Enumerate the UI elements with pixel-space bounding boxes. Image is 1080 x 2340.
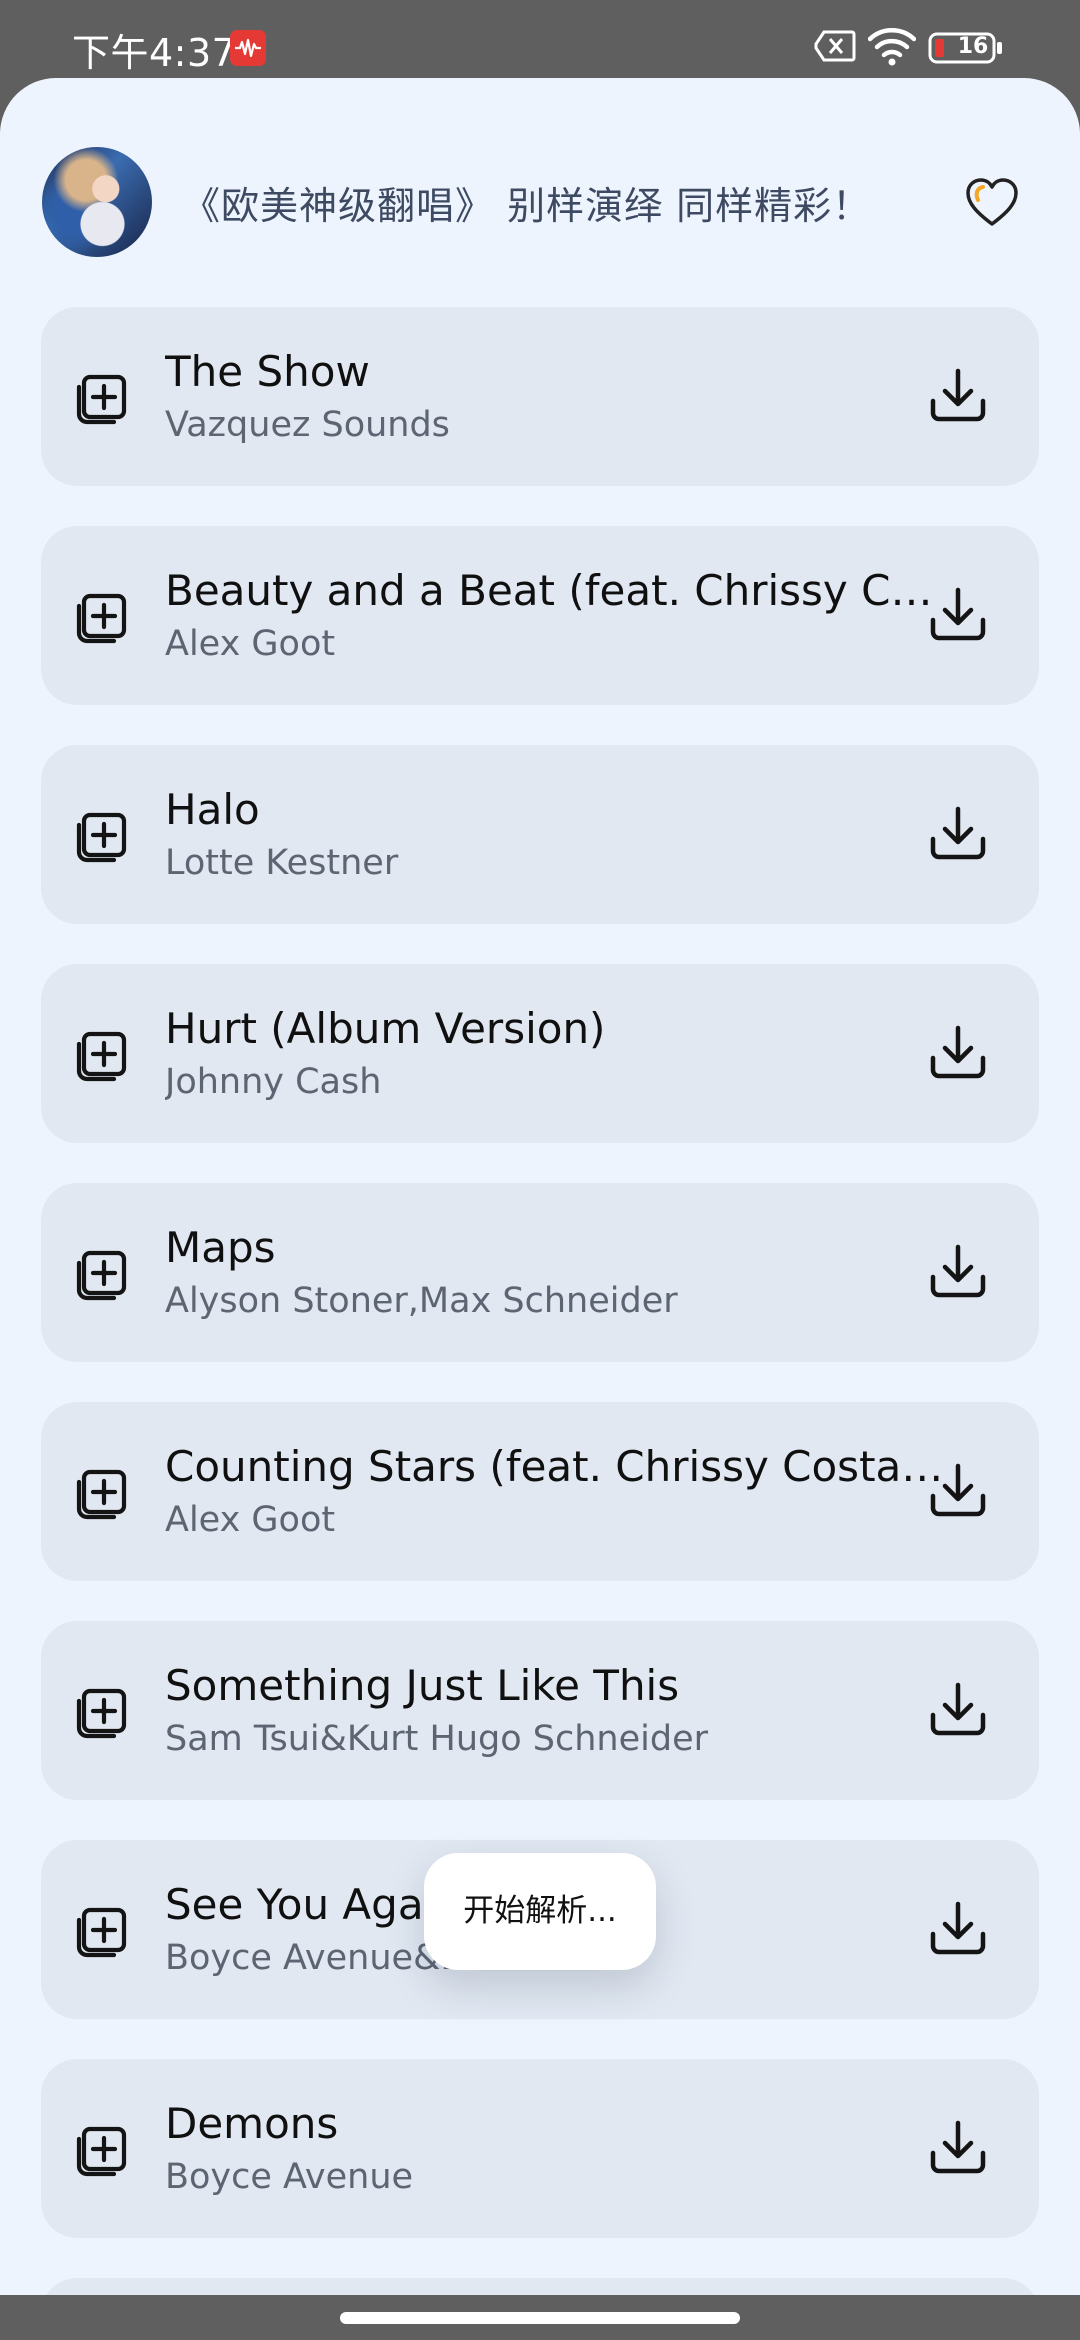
song-row[interactable]: Maps Alyson Stoner,Max Schneider <box>41 1183 1039 1362</box>
download-icon[interactable] <box>927 2117 989 2179</box>
download-icon[interactable] <box>927 1022 989 1084</box>
song-row[interactable]: Something Just Like This Sam Tsui&Kurt H… <box>41 1621 1039 1800</box>
song-title: Beauty and a Beat (feat. Chrissy Costanz… <box>165 566 945 615</box>
song-title: Demons <box>165 2099 339 2148</box>
status-time: 下午4:37 <box>72 31 237 75</box>
playlist-title: 《欧美神级翻唱》 别样演绎 同样精彩！ <box>182 184 872 228</box>
download-icon[interactable] <box>927 365 989 427</box>
song-artist: Alex Goot <box>165 624 336 664</box>
add-to-playlist-icon[interactable] <box>76 1683 132 1739</box>
song-row[interactable]: Hurt (Album Version) Johnny Cash <box>41 964 1039 1143</box>
add-to-playlist-icon[interactable] <box>76 1026 132 1082</box>
download-icon[interactable] <box>927 584 989 646</box>
add-to-playlist-icon[interactable] <box>76 1464 132 1520</box>
home-indicator[interactable] <box>340 2312 740 2324</box>
song-row[interactable]: Beauty and a Beat (feat. Chrissy Costanz… <box>41 526 1039 705</box>
song-title: Hurt (Album Version) <box>165 1004 606 1053</box>
download-icon[interactable] <box>927 1460 989 1522</box>
song-artist: Alyson Stoner,Max Schneider <box>165 1281 678 1321</box>
download-icon[interactable] <box>927 1679 989 1741</box>
song-artist: Vazquez Sounds <box>165 405 450 445</box>
song-title: The Show <box>165 347 370 396</box>
playlist-header: 《欧美神级翻唱》 别样演绎 同样精彩！ <box>0 78 1080 278</box>
add-to-playlist-icon[interactable] <box>76 807 132 863</box>
song-row[interactable]: The Show Vazquez Sounds <box>41 307 1039 486</box>
battery-level: 16 <box>957 34 989 59</box>
heart-icon[interactable] <box>964 176 1020 228</box>
song-artist: Johnny Cash <box>165 1062 382 1102</box>
song-title: Halo <box>165 785 260 834</box>
download-icon[interactable] <box>927 1241 989 1303</box>
wifi-icon <box>868 28 916 66</box>
add-to-playlist-icon[interactable] <box>76 2121 132 2177</box>
song-row[interactable]: Counting Stars (feat. Chrissy Costanza) … <box>41 1402 1039 1581</box>
song-artist: Alex Goot <box>165 1500 336 1540</box>
song-title: Maps <box>165 1223 276 1272</box>
download-icon[interactable] <box>927 803 989 865</box>
sim-off-icon <box>814 30 856 62</box>
song-row[interactable]: Halo Lotte Kestner <box>41 745 1039 924</box>
add-to-playlist-icon[interactable] <box>76 1245 132 1301</box>
add-to-playlist-icon[interactable] <box>76 1902 132 1958</box>
song-title: Counting Stars (feat. Chrissy Costanza) <box>165 1442 945 1491</box>
add-to-playlist-icon[interactable] <box>76 588 132 644</box>
add-to-playlist-icon[interactable] <box>76 369 132 425</box>
song-row[interactable]: Demons Boyce Avenue <box>41 2059 1039 2238</box>
download-icon[interactable] <box>927 1898 989 1960</box>
playlist-cover-avatar[interactable] <box>42 147 152 257</box>
recording-icon <box>230 30 266 66</box>
song-row-partial[interactable] <box>41 2278 1039 2295</box>
song-artist: Sam Tsui&Kurt Hugo Schneider <box>165 1719 709 1759</box>
song-artist: Boyce Avenue <box>165 2157 414 2197</box>
song-artist: Lotte Kestner <box>165 843 399 883</box>
toast-message: 开始解析... <box>424 1853 656 1970</box>
song-title: Something Just Like This <box>165 1661 680 1710</box>
